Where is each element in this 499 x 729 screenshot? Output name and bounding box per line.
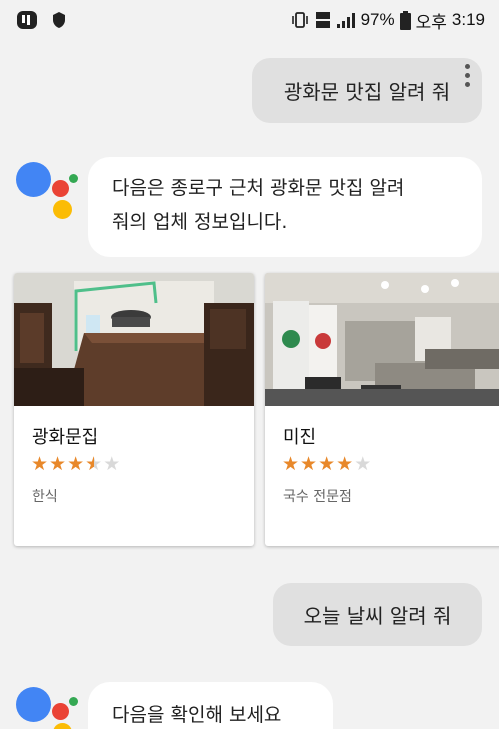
- restaurant-card[interactable]: 광화문집 ★★★★★ 한식: [14, 273, 254, 546]
- star-icon: ★: [318, 453, 337, 475]
- assistant-logo-icon: [16, 687, 86, 729]
- clock-ampm: 오후: [415, 12, 447, 32]
- assistant-logo-icon: [16, 162, 86, 224]
- app-notification-icon: [17, 11, 37, 29]
- signal-icon: [336, 13, 355, 28]
- star-icon: ★: [67, 453, 86, 475]
- restaurant-category: 한식: [32, 489, 58, 505]
- assistant-reply-line-2: 줘의 업체 정보입니다.: [112, 211, 288, 233]
- user-query-text: 광화문 맛집 알려 줘: [283, 80, 451, 104]
- restaurant-name: 미진: [283, 427, 317, 448]
- star-icon: ★: [336, 453, 355, 475]
- rating-stars: ★★★★★: [282, 453, 372, 475]
- status-left-icons: [16, 9, 66, 31]
- star-empty-icon: ★: [354, 453, 373, 475]
- star-icon: ★: [31, 453, 50, 475]
- clock-time: 3:19: [451, 10, 485, 29]
- star-icon: ★: [300, 453, 319, 475]
- star-icon: ★: [49, 453, 68, 475]
- rating-stars: ★★★★★: [31, 453, 121, 475]
- restaurant-card[interactable]: 미진 ★★★★★ 국수 전문점: [265, 273, 499, 546]
- user-query-bubble[interactable]: 오늘 날씨 알려 줘: [273, 583, 482, 646]
- status-right-icons: 97% 오후 3:19: [290, 8, 485, 32]
- lte-icon: [315, 12, 330, 28]
- star-half-icon: ★: [85, 453, 104, 475]
- assistant-reply-line-1: 다음은 종로구 근처 광화문 맛집 알려: [112, 177, 405, 199]
- assistant-reply-text: 다음을 확인해 보세요: [112, 704, 282, 726]
- restaurant-photo: [14, 273, 254, 406]
- restaurant-category: 국수 전문점: [283, 489, 352, 505]
- user-query-bubble[interactable]: 광화문 맛집 알려 줘: [252, 58, 482, 123]
- more-options-icon[interactable]: [462, 64, 472, 90]
- battery-percent: 97%: [360, 10, 395, 29]
- shield-icon: [53, 12, 65, 28]
- star-empty-icon: ★: [103, 453, 122, 475]
- vibrate-icon: [291, 12, 308, 28]
- assistant-reply-bubble: 다음을 확인해 보세요: [88, 682, 333, 729]
- restaurant-photo: [265, 273, 499, 406]
- assistant-reply-bubble: 다음은 종로구 근처 광화문 맛집 알려 줘의 업체 정보입니다.: [88, 157, 482, 257]
- status-bar: 97% 오후 3:19: [0, 0, 499, 40]
- user-query-text: 오늘 날씨 알려 줘: [303, 604, 452, 628]
- battery-icon: [399, 10, 411, 30]
- star-icon: ★: [282, 453, 301, 475]
- restaurant-name: 광화문집: [32, 427, 99, 448]
